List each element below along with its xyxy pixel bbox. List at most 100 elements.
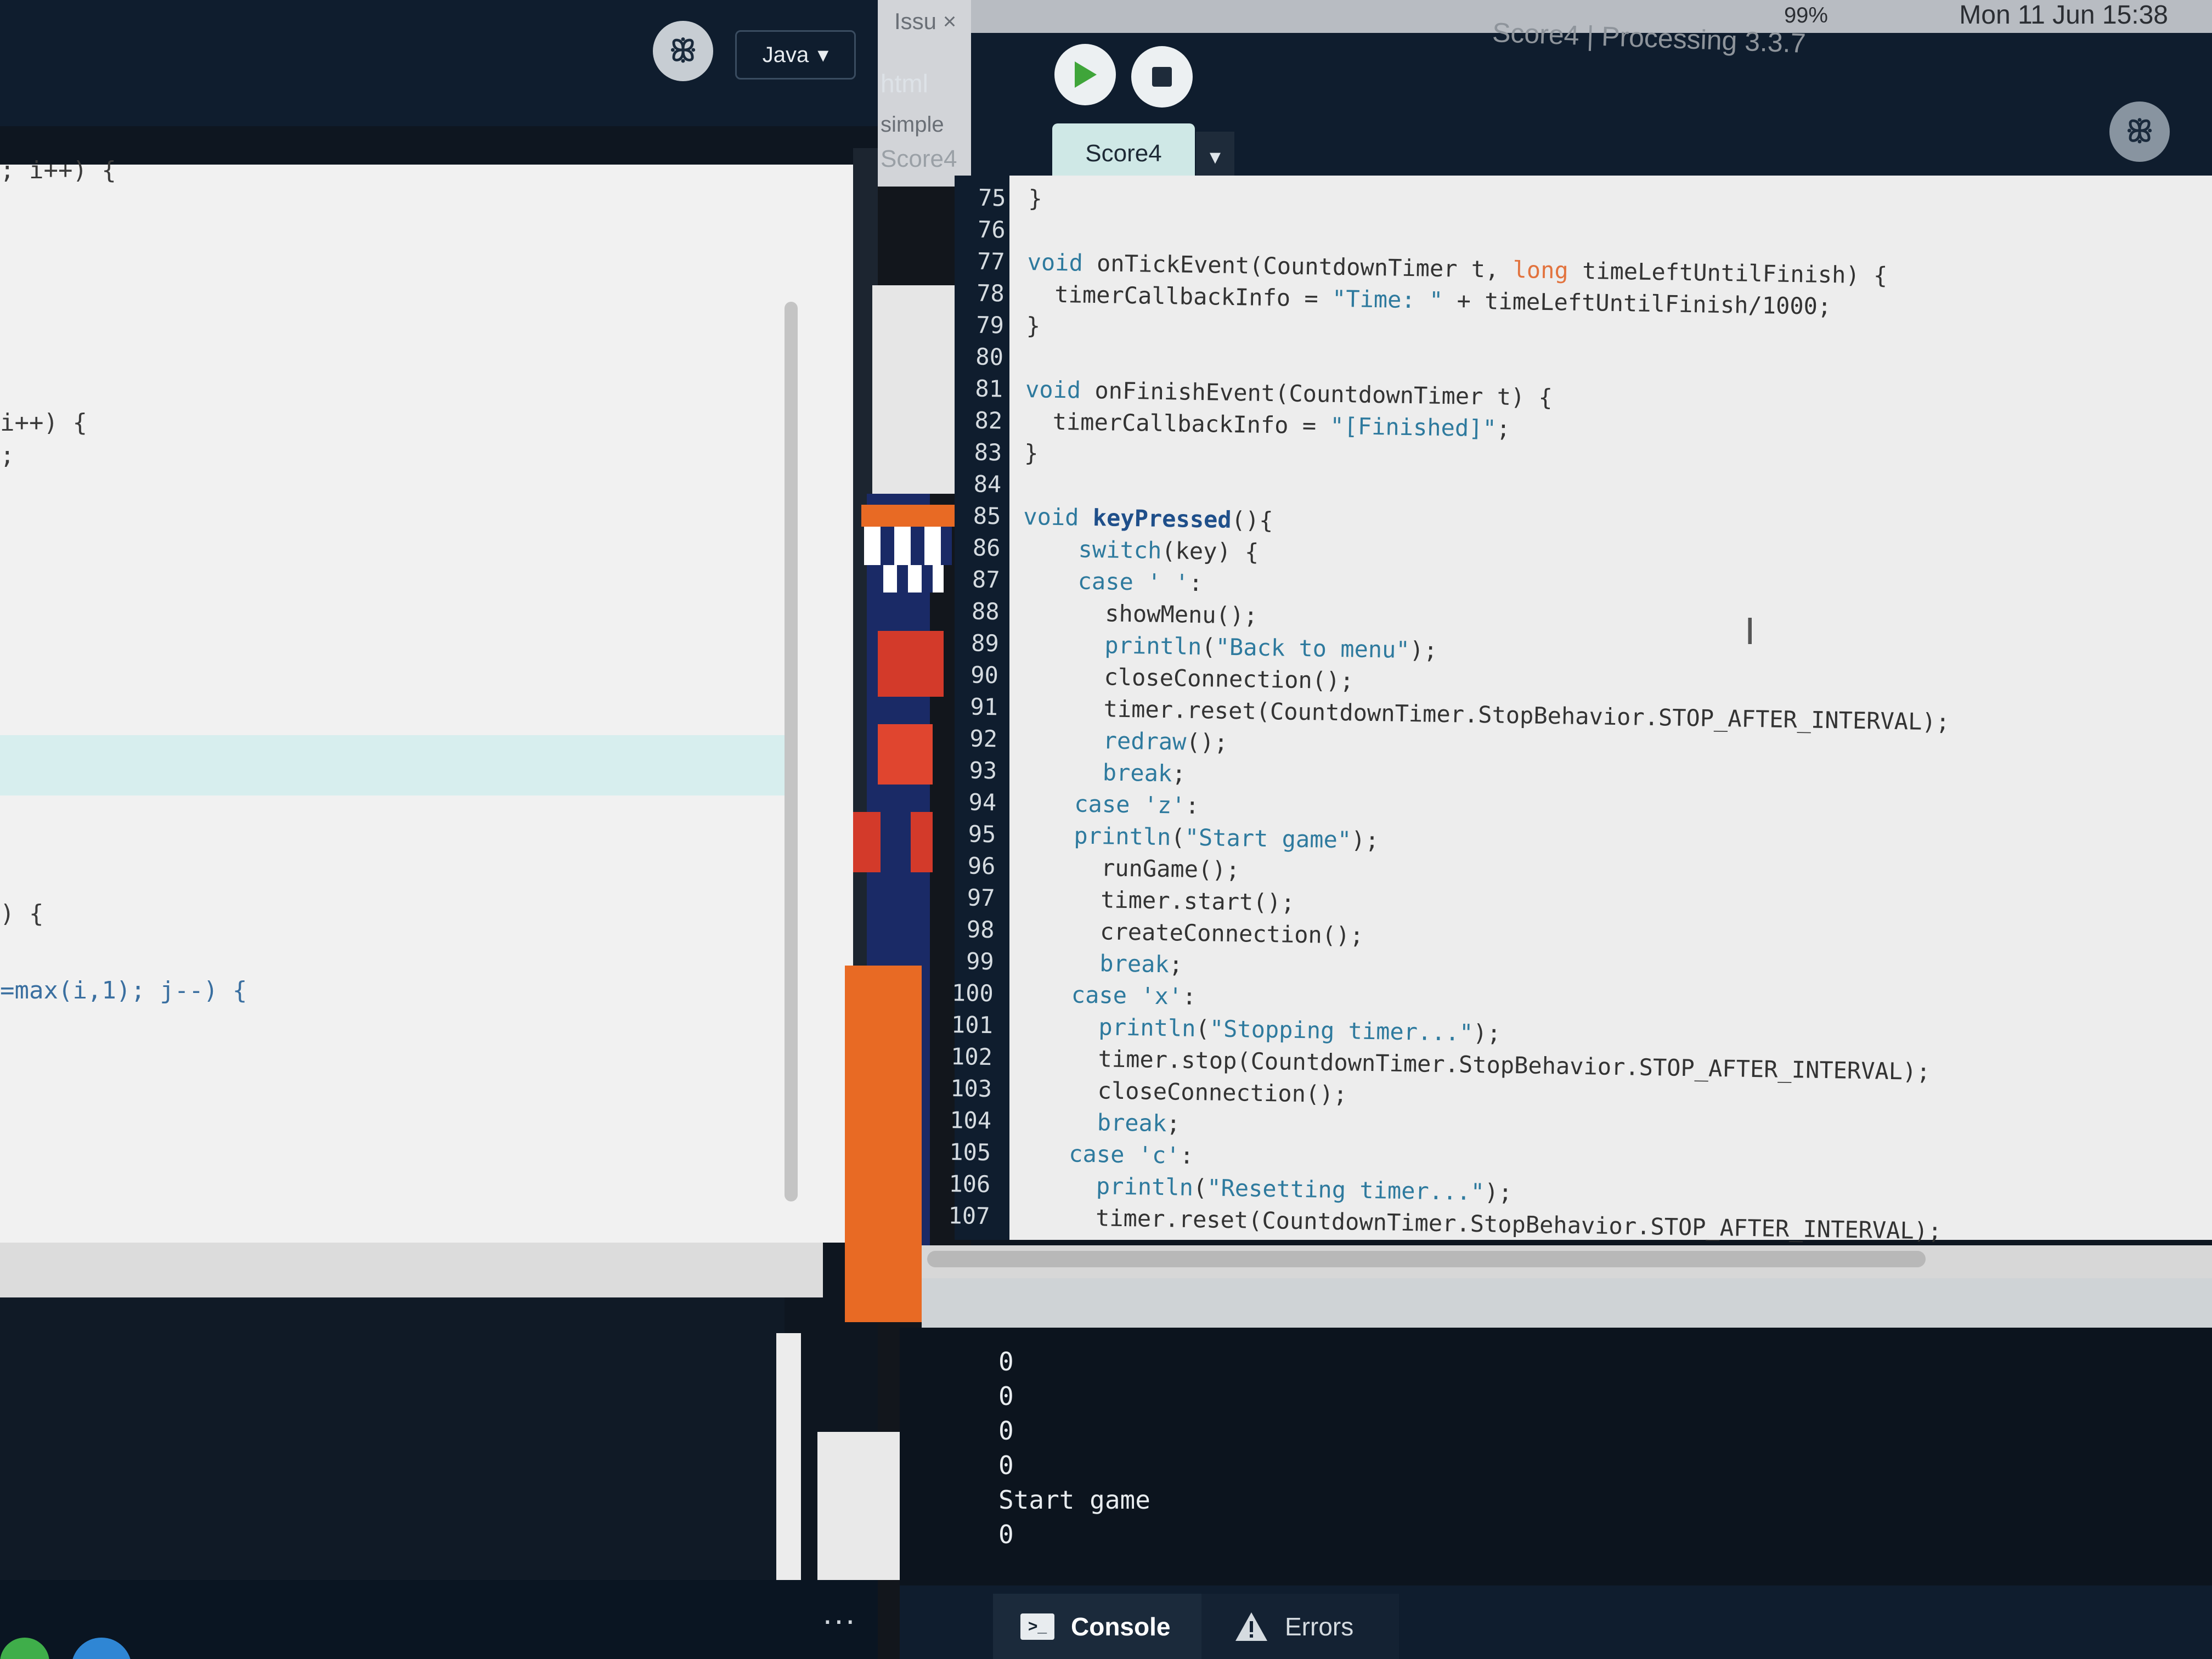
browser-tab-label: Issu: [894, 8, 937, 34]
console-line: 0: [998, 1451, 1014, 1480]
left-footer: [0, 1580, 900, 1659]
left-horizontal-scroll-area: [0, 1243, 823, 1297]
code-text: case 'c':: [1068, 1140, 1194, 1169]
chevron-down-icon: ▾: [817, 43, 829, 67]
tab-console-label: Console: [1071, 1612, 1171, 1641]
console-line: Start game: [998, 1485, 1150, 1515]
code-text: break;: [1102, 759, 1186, 787]
code-text: closeConnection();: [1020, 662, 1355, 695]
run-button[interactable]: [1054, 44, 1116, 105]
console-divider[interactable]: [922, 1278, 2212, 1328]
tab-score4[interactable]: Score4: [1052, 123, 1195, 184]
line-number: 96: [967, 852, 996, 880]
code-line: 96 runGame();: [946, 849, 1240, 886]
line-number: 76: [977, 216, 1006, 244]
terminal-icon: >_: [1020, 1613, 1054, 1640]
line-number: 78: [976, 279, 1005, 307]
left-vertical-scrollbar[interactable]: [785, 302, 798, 1201]
code-text: break;: [1099, 950, 1183, 978]
line-number: 82: [974, 407, 1003, 435]
warning-icon: [1235, 1612, 1267, 1641]
menubar-clock[interactable]: Mon 11 Jun 15:38: [1959, 0, 2168, 30]
panel: [817, 1432, 905, 1580]
code-text: showMenu();: [1022, 598, 1258, 629]
sprite-pixel: [864, 527, 952, 565]
code-line: 94 case 'z':: [947, 786, 1200, 822]
line-number: 98: [966, 916, 995, 944]
line-number: 97: [967, 884, 995, 912]
left-code-editor[interactable]: [0, 165, 853, 1243]
current-line-highlight: [0, 735, 795, 795]
sprite-pixel: [878, 724, 933, 785]
line-number: 100: [951, 979, 994, 1007]
code-fragment: i++) {: [0, 409, 87, 437]
code-text: runGame();: [1018, 853, 1240, 884]
code-line: 76: [956, 213, 1028, 246]
line-number: 85: [973, 502, 1001, 530]
line-number: 107: [948, 1201, 990, 1230]
code-text: timer.reset(CountdownTimer.StopBehavior.…: [1012, 1203, 1942, 1245]
line-number: 93: [969, 757, 997, 785]
tab-errors[interactable]: Errors: [1201, 1594, 1399, 1659]
mode-selector-label: Java: [762, 42, 809, 67]
code-fragment: ) {: [0, 900, 44, 928]
code-text: println("Start game");: [1074, 822, 1380, 854]
code-line: 100 case 'x':: [944, 977, 1197, 1013]
tab-console[interactable]: >_ Console: [993, 1594, 1201, 1659]
code-line: 92 redraw();: [949, 722, 1228, 759]
sidebar-text: simple: [881, 112, 944, 137]
line-number: 90: [970, 661, 999, 689]
horizontal-scrollbar-thumb[interactable]: [927, 1251, 1926, 1267]
mode-selector-button[interactable]: Java ▾: [735, 30, 856, 80]
code-line: 105 case 'c':: [942, 1136, 1194, 1172]
line-number: 103: [950, 1075, 992, 1103]
line-number: 89: [970, 629, 1000, 657]
preview-panel: [872, 285, 955, 494]
line-number: 86: [972, 534, 1001, 562]
console-output: [900, 1328, 2212, 1585]
code-line: 87 case ' ':: [951, 563, 1203, 599]
line-number: 84: [973, 470, 1002, 498]
line-number: 94: [968, 788, 997, 816]
line-number: 87: [972, 566, 1000, 594]
stop-button[interactable]: [1131, 46, 1193, 108]
line-number: 88: [971, 597, 1000, 625]
close-icon[interactable]: ×: [943, 8, 957, 34]
stop-icon: [1152, 67, 1172, 87]
i-beam-cursor-icon: I: [1745, 610, 1756, 652]
line-number: 105: [949, 1138, 991, 1166]
code-line: 79}: [955, 308, 1041, 342]
code-line: 83}: [953, 436, 1039, 469]
code-line: 88 showMenu();: [950, 595, 1258, 632]
code-text: }: [1026, 312, 1041, 340]
left-console-scrollbar[interactable]: [776, 1333, 801, 1585]
code-text: timer.start();: [1017, 884, 1295, 916]
code-line: 75}: [957, 181, 1043, 215]
code-text: switch(key) {: [1078, 535, 1259, 566]
line-number: 83: [974, 438, 1002, 466]
sidebar-text: html: [881, 69, 928, 98]
line-number: 92: [969, 725, 998, 753]
code-text: createConnection();: [1017, 916, 1364, 949]
line-number: 102: [950, 1043, 993, 1071]
code-text: }: [1028, 185, 1043, 212]
code-fragment: ;: [0, 442, 15, 470]
browser-tab[interactable]: Issu ×: [894, 8, 956, 35]
tab-errors-label: Errors: [1285, 1612, 1354, 1641]
left-console: [0, 1297, 785, 1583]
battery-indicator[interactable]: 99%: [1784, 3, 1828, 28]
console-line: 0: [998, 1347, 1014, 1376]
processing-mode-icon[interactable]: ꕥ: [2109, 101, 2170, 162]
processing-mode-icon[interactable]: ꕥ: [653, 21, 713, 81]
line-number: 95: [968, 820, 996, 848]
code-text: void keyPressed(){: [1023, 503, 1273, 534]
code-line: 99 break;: [945, 945, 1183, 981]
code-line: 86 switch(key) {: [951, 531, 1259, 568]
console-line: 0: [998, 1416, 1014, 1446]
more-options-button[interactable]: ...: [823, 1594, 857, 1632]
console-line: 0: [998, 1381, 1014, 1411]
console-line: 0: [998, 1520, 1014, 1549]
line-number: 77: [977, 247, 1006, 275]
code-fragment: ; i++) {: [0, 156, 116, 184]
code-text: case 'z':: [1074, 790, 1200, 820]
